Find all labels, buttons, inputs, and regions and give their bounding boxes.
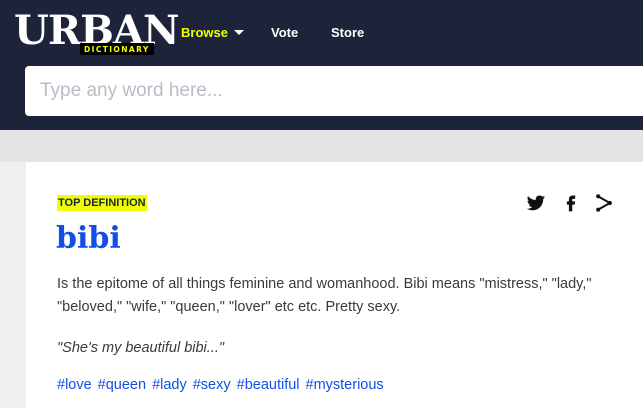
nav-store[interactable]: Store: [331, 24, 364, 42]
definition-word[interactable]: bibi: [56, 217, 121, 261]
tag-link[interactable]: #love: [57, 377, 92, 393]
search-input[interactable]: [25, 66, 643, 116]
tag-list: #love #queen #lady #sexy #beautiful #mysterio…: [57, 375, 390, 395]
definition-meaning: Is the epitome of all things feminine an…: [57, 276, 592, 315]
chevron-down-icon: [233, 30, 244, 36]
tag-link[interactable]: #beautiful: [237, 377, 300, 393]
facebook-icon[interactable]: [561, 193, 581, 213]
logo-subtitle: DICTIONARY: [80, 43, 154, 55]
tag-link[interactable]: #mysterious: [306, 377, 384, 393]
site-header: URBAN DICTIONARY Browse Vote Store: [0, 0, 643, 130]
nav-vote[interactable]: Vote: [271, 24, 298, 42]
nav-browse-label: Browse: [181, 25, 228, 40]
tag-link[interactable]: #sexy: [193, 377, 231, 393]
top-definition-badge: TOP DEFINITION: [57, 195, 147, 211]
nav-browse[interactable]: Browse: [181, 24, 244, 42]
left-gutter: [0, 162, 26, 408]
tag-link[interactable]: #queen: [98, 377, 146, 393]
tag-link[interactable]: #lady: [152, 377, 187, 393]
definition-example: "She's my beautiful bibi...": [57, 340, 225, 356]
definition-card: TOP DEFINITION bibi Is the epitome of al…: [26, 162, 643, 408]
share-icon[interactable]: [594, 193, 614, 213]
twitter-icon[interactable]: [526, 193, 546, 213]
content-top-band: [0, 130, 643, 162]
urban-dictionary-logo[interactable]: URBAN DICTIONARY: [14, 9, 180, 57]
